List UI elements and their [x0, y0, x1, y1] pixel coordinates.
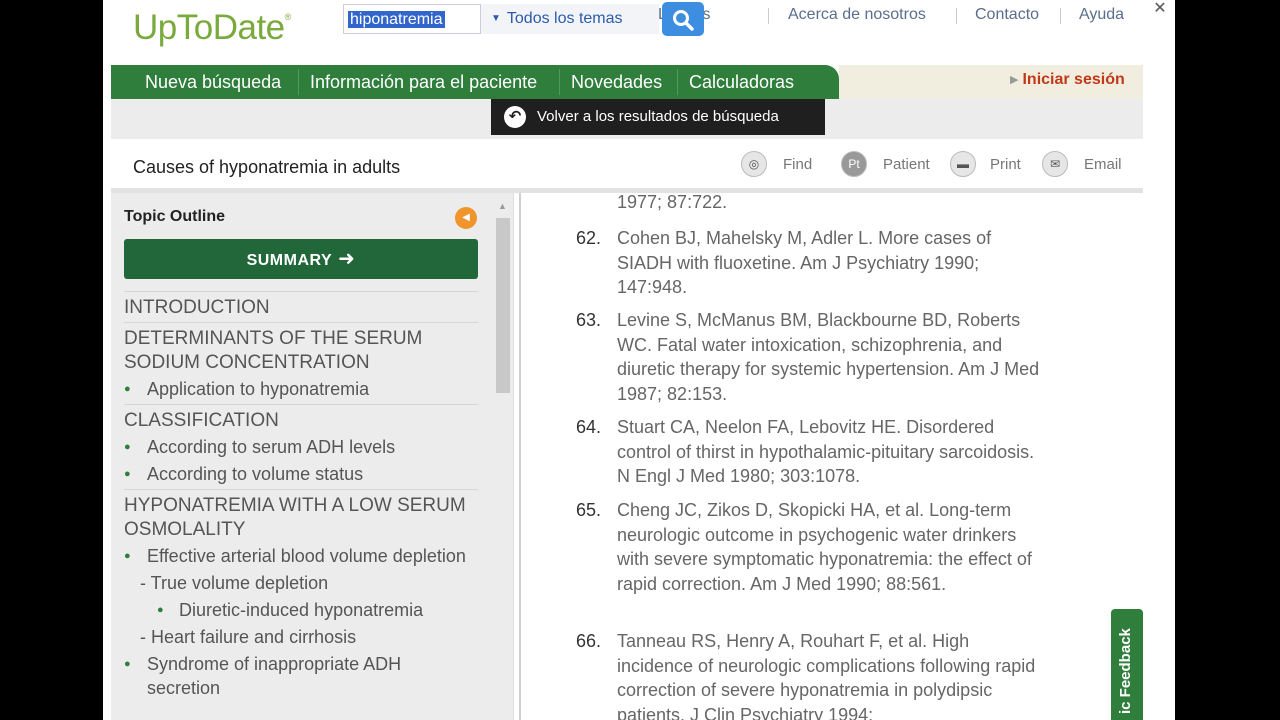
reference-number: 66.: [575, 631, 601, 651]
patient-label: Patient: [883, 156, 930, 173]
topic-title-bar: Causes of hyponatremia in adults ◎ Find …: [111, 139, 1143, 193]
outline-section-link[interactable]: HYPONATREMIA WITH A LOW SERUM OSMOLALITY: [124, 489, 478, 544]
nav-calculators[interactable]: Calculadoras: [689, 72, 794, 93]
printer-icon: ▬: [950, 151, 976, 177]
outline-subsection-link[interactable]: Application to hyponatremia: [124, 377, 478, 404]
reference-text[interactable]: Cohen BJ, Mahelsky M, Adler L. More case…: [617, 226, 1047, 300]
uptodate-logo[interactable]: UpToDate®: [133, 8, 291, 48]
outline-title: Topic Outline: [124, 208, 226, 225]
collapse-outline-icon[interactable]: ◀: [455, 207, 477, 229]
outline-subsection-link[interactable]: According to serum ADH levels: [124, 435, 478, 462]
topic-select[interactable]: ▼ Todos los temas: [481, 4, 659, 34]
email-label: Email: [1084, 156, 1122, 173]
outline-list: INTRODUCTION DETERMINANTS OF THE SERUM SO…: [124, 291, 478, 703]
reference-number: 64.: [575, 417, 601, 437]
envelope-icon: ✉: [1042, 151, 1068, 177]
back-to-results-button[interactable]: ↶ Volver a los resultados de búsqueda: [491, 99, 825, 135]
outline-subsection-link[interactable]: Diuretic-induced hyponatremia: [124, 598, 478, 625]
reference-number: 65.: [575, 500, 601, 520]
summary-button[interactable]: SUMMARY ➜: [124, 239, 478, 279]
outline-scrollbar[interactable]: ▲: [493, 193, 513, 720]
nav-new-search[interactable]: Nueva búsqueda: [145, 72, 281, 93]
logo-text: UpToDate: [133, 8, 285, 47]
outline-section-link[interactable]: INTRODUCTION: [124, 291, 478, 322]
print-label: Print: [990, 156, 1021, 173]
feedback-label: ic Feedback: [1117, 628, 1134, 714]
reference-text[interactable]: Tanneau RS, Henry A, Rouhart F, et al. H…: [617, 629, 1047, 720]
back-button-label: Volver a los resultados de búsqueda: [537, 108, 779, 125]
outline-section-link[interactable]: CLASSIFICATION: [124, 404, 478, 435]
search-button[interactable]: [662, 2, 704, 36]
search-input[interactable]: hiponatremia: [343, 4, 481, 34]
divider: [768, 8, 769, 24]
search-icon: [673, 10, 694, 31]
help-link[interactable]: Ayuda: [1079, 6, 1124, 24]
divider: [1060, 8, 1061, 24]
outline-subsection-link[interactable]: Syndrome of inappropriate ADH secretion: [124, 652, 478, 703]
arrow-right-icon: ➜: [338, 248, 356, 270]
reference-text[interactable]: Cheng JC, Zikos D, Skopicki HA, et al. L…: [617, 498, 1047, 596]
divider: [298, 69, 299, 95]
contact-link[interactable]: Contacto: [975, 6, 1039, 24]
topic-feedback-tab[interactable]: ic Feedback: [1111, 609, 1143, 720]
outline-section-link[interactable]: DETERMINANTS OF THE SERUM SODIUM CONCENT…: [124, 322, 478, 377]
outline-subsection-link[interactable]: - Heart failure and cirrhosis: [124, 625, 478, 652]
reference-text[interactable]: Levine S, McManus BM, Blackbourne BD, Ro…: [617, 308, 1047, 406]
page-gutter: [1143, 0, 1175, 720]
search-input-value: hiponatremia: [348, 11, 445, 28]
reference-number: 63.: [575, 310, 601, 330]
divider: [677, 69, 678, 95]
summary-label: SUMMARY: [246, 252, 333, 269]
reference-text[interactable]: Stuart CA, Neelon FA, Lebovitz HE. Disor…: [617, 415, 1047, 489]
page-title: Causes of hyponatremia in adults: [133, 157, 401, 177]
chevron-right-icon: ▶: [1010, 74, 1019, 86]
outline-subsection-link[interactable]: According to volume status: [124, 462, 478, 489]
outline-subsection-link[interactable]: Effective arterial blood volume depletio…: [124, 544, 478, 571]
patient-icon: Pt: [841, 151, 867, 177]
scrollbar-thumb[interactable]: [496, 218, 510, 393]
login-link-label: Iniciar sesión: [1022, 71, 1125, 88]
back-arrow-icon: ↶: [504, 106, 526, 128]
topic-outline-panel: Topic Outline ◀ SUMMARY ➜ INTRODUCTION DET…: [111, 193, 514, 720]
topic-select-value: Todos los temas: [506, 10, 623, 27]
browser-page: UpToDate® hiponatremia ▼ Todos los temas …: [103, 0, 1175, 720]
reference-number: 62.: [575, 228, 601, 248]
outline-subsection-link[interactable]: - True volume depletion: [124, 571, 478, 598]
main-nav: Nueva búsqueda Información para el pacie…: [111, 65, 839, 99]
nav-whats-new[interactable]: Novedades: [571, 72, 662, 93]
reference-text[interactable]: 1977; 87:722.: [617, 193, 1047, 215]
about-link[interactable]: Acerca de nosotros: [788, 6, 926, 24]
binoculars-icon: ◎: [741, 151, 767, 177]
login-link[interactable]: ▶ Iniciar sesión: [1010, 71, 1125, 89]
references-content: 1977; 87:722. 62. Cohen BJ, Mahelsky M, Ad…: [519, 193, 1139, 720]
close-icon[interactable]: ✕: [1150, 0, 1170, 18]
logo-mark: ®: [284, 12, 292, 22]
scroll-up-icon[interactable]: ▲: [498, 201, 507, 211]
divider: [559, 69, 560, 95]
find-label: Find: [783, 156, 813, 173]
divider: [956, 8, 957, 24]
nav-patient-info[interactable]: Información para el paciente: [310, 72, 537, 93]
dropdown-caret-icon: ▼: [491, 13, 501, 24]
